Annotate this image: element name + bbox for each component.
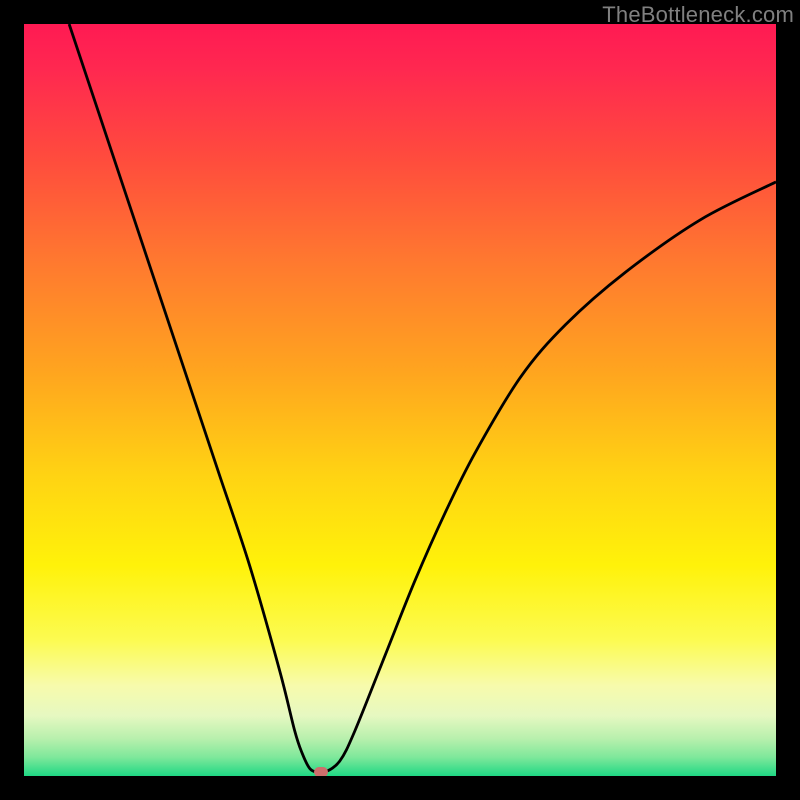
- minimum-marker: [314, 767, 328, 776]
- watermark-text: TheBottleneck.com: [602, 2, 794, 28]
- chart-frame: TheBottleneck.com: [0, 0, 800, 800]
- plot-area: [24, 24, 776, 776]
- bottleneck-curve: [69, 24, 776, 773]
- curve-layer: [24, 24, 776, 776]
